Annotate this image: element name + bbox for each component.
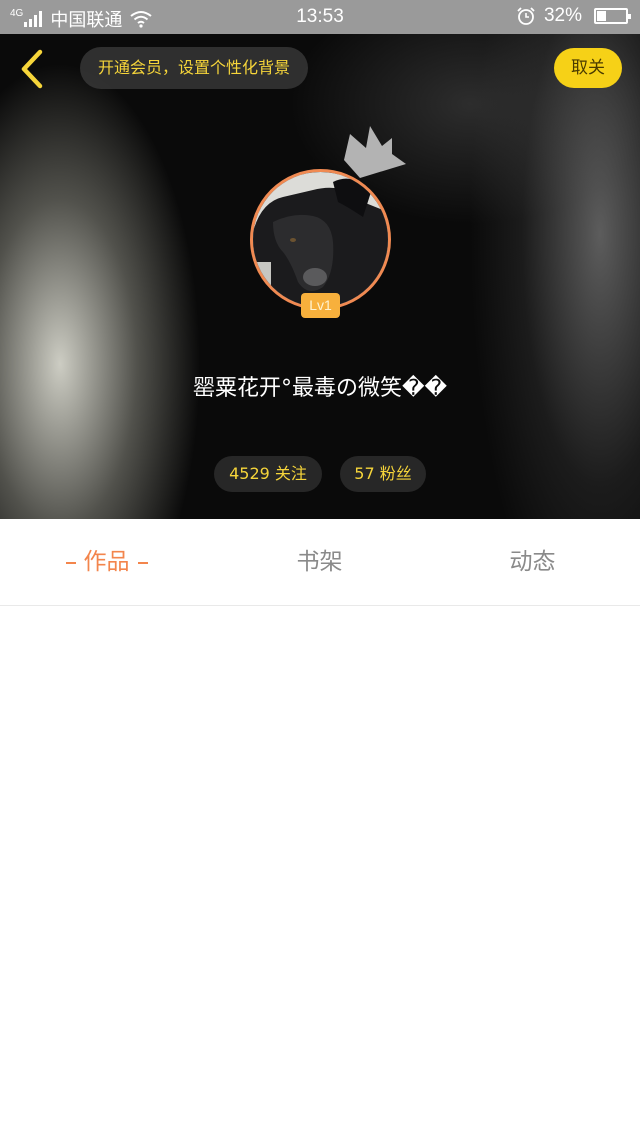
status-bar: 4G 中国联通 13:53 32% (0, 0, 640, 34)
tab-bookshelf-label: 书架 (296, 549, 343, 575)
status-right: 32% (516, 5, 631, 27)
tab-bookshelf[interactable]: 书架 (213, 519, 426, 606)
back-button[interactable] (14, 48, 54, 92)
avatar[interactable] (250, 169, 391, 310)
crown-icon (344, 126, 406, 178)
user-nickname: 罂粟花开°最毒の微笑�� (192, 376, 448, 401)
level-badge: Lv1 (301, 293, 340, 318)
following-count-pill[interactable]: 4529 关注 (214, 456, 322, 492)
unfollow-button[interactable]: 取关 (554, 48, 622, 88)
battery-percent: 32% (543, 5, 582, 26)
tab-feed-label: 动态 (509, 549, 556, 575)
tab-works-label: 作品 (83, 549, 130, 575)
tab-feed[interactable]: 动态 (426, 519, 639, 606)
battery-fill (597, 11, 606, 21)
avatar-image (253, 172, 388, 307)
alarm-icon (517, 7, 535, 25)
fans-count-pill[interactable]: 57 粉丝 (340, 456, 426, 492)
back-arrow-icon (21, 49, 43, 89)
vip-promo-pill[interactable]: 开通会员，设置个性化背景 (80, 47, 309, 89)
battery-icon (594, 8, 631, 24)
profile-header: 开通会员，设置个性化背景 取关 Lv1 罂粟花开°最毒の微笑�� 4529 关注… (0, 34, 640, 519)
tab-active-dash-right (137, 561, 148, 564)
tab-works[interactable]: 作品 (0, 519, 213, 606)
works-content-area (0, 607, 640, 1138)
tab-active-dash-left (65, 561, 76, 564)
profile-tabs: 作品 书架 动态 (0, 519, 640, 606)
